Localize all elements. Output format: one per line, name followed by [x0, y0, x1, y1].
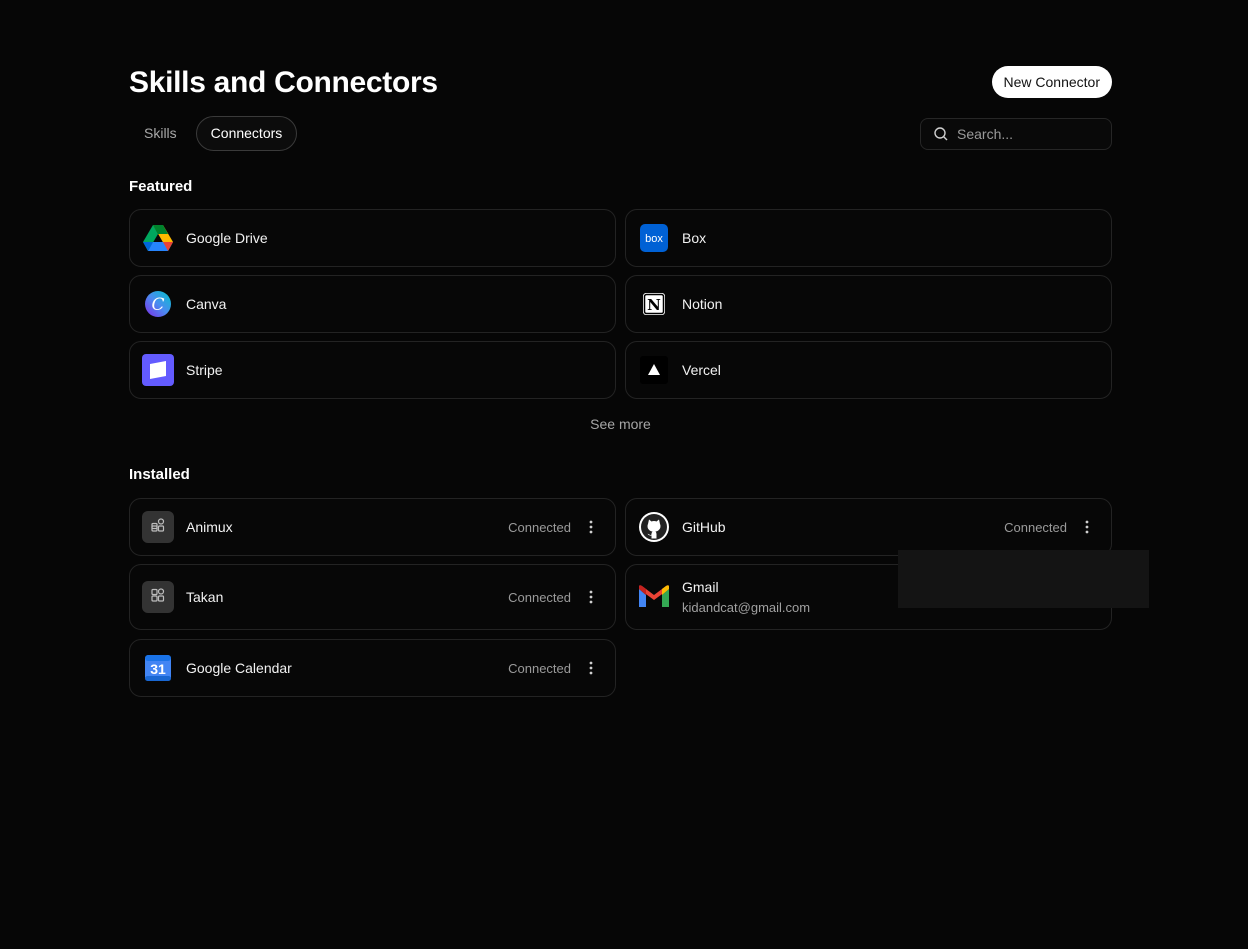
svg-text:box: box: [645, 233, 663, 245]
installed-card-takan[interactable]: Takan Connected: [129, 564, 616, 630]
featured-card-google-drive[interactable]: Google Drive: [129, 209, 616, 267]
generic-connector-icon: [142, 511, 174, 543]
featured-section-title: Featured: [129, 178, 193, 195]
installed-card-animux[interactable]: Animux Connected: [129, 498, 616, 556]
svg-text:C: C: [151, 295, 164, 315]
calendar-date: 31: [150, 661, 166, 677]
more-options-icon[interactable]: [583, 585, 599, 609]
connector-name: Google Calendar: [186, 660, 292, 676]
page-header: Skills and Connectors New Connector: [129, 64, 1112, 100]
notion-icon: N: [638, 288, 670, 320]
status-label: Connected: [508, 589, 571, 605]
github-icon: [638, 511, 670, 543]
tab-connectors[interactable]: Connectors: [195, 116, 298, 151]
connector-name: Gmail: [682, 579, 719, 595]
installed-card-github[interactable]: GitHub Connected: [625, 498, 1112, 556]
featured-card-canva[interactable]: C Canva: [129, 275, 616, 333]
more-options-icon[interactable]: [1079, 515, 1095, 539]
connector-name: Vercel: [682, 362, 721, 378]
installed-card-google-calendar[interactable]: 31 Google Calendar Connected: [129, 639, 616, 697]
connector-name: Stripe: [186, 362, 223, 378]
connectors-page: Skills and Connectors New Connector Skil…: [0, 0, 1248, 949]
connector-name: Google Drive: [186, 230, 268, 246]
canva-icon: C: [142, 288, 174, 320]
see-more-link[interactable]: See more: [129, 416, 1112, 432]
connector-name: Box: [682, 230, 707, 246]
account-email: kidandcat@gmail.com: [682, 600, 811, 615]
connector-name: Takan: [186, 589, 224, 605]
generic-connector-icon: [142, 581, 174, 613]
connector-name: Animux: [186, 519, 233, 535]
featured-card-notion[interactable]: N Notion: [625, 275, 1112, 333]
connector-name: GitHub: [682, 519, 726, 535]
vercel-icon: [638, 354, 670, 386]
search-icon: [934, 127, 948, 141]
google-calendar-icon: 31: [142, 652, 174, 684]
new-connector-button[interactable]: New Connector: [991, 66, 1112, 98]
tab-bar: Skills Connectors: [129, 116, 301, 151]
status-label: Connected: [508, 519, 571, 535]
search-input[interactable]: [957, 126, 1097, 142]
connector-name: Notion: [682, 296, 723, 312]
featured-card-stripe[interactable]: Stripe: [129, 341, 616, 399]
gmail-icon: [638, 581, 670, 613]
stripe-icon: [142, 354, 174, 386]
more-options-icon[interactable]: [583, 515, 599, 539]
box-icon: box: [638, 222, 670, 254]
featured-card-box[interactable]: box Box: [625, 209, 1112, 267]
connector-name: Canva: [186, 296, 227, 312]
hover-overlay: [898, 550, 1149, 608]
svg-text:N: N: [647, 296, 661, 314]
search-box[interactable]: [920, 118, 1112, 150]
tab-skills[interactable]: Skills: [129, 116, 192, 151]
more-options-icon[interactable]: [583, 656, 599, 680]
page-title: Skills and Connectors: [129, 66, 438, 99]
google-drive-icon: [142, 222, 174, 254]
status-label: Connected: [508, 660, 571, 676]
status-label: Connected: [1004, 519, 1067, 535]
featured-card-vercel[interactable]: Vercel: [625, 341, 1112, 399]
installed-section-title: Installed: [129, 466, 190, 483]
